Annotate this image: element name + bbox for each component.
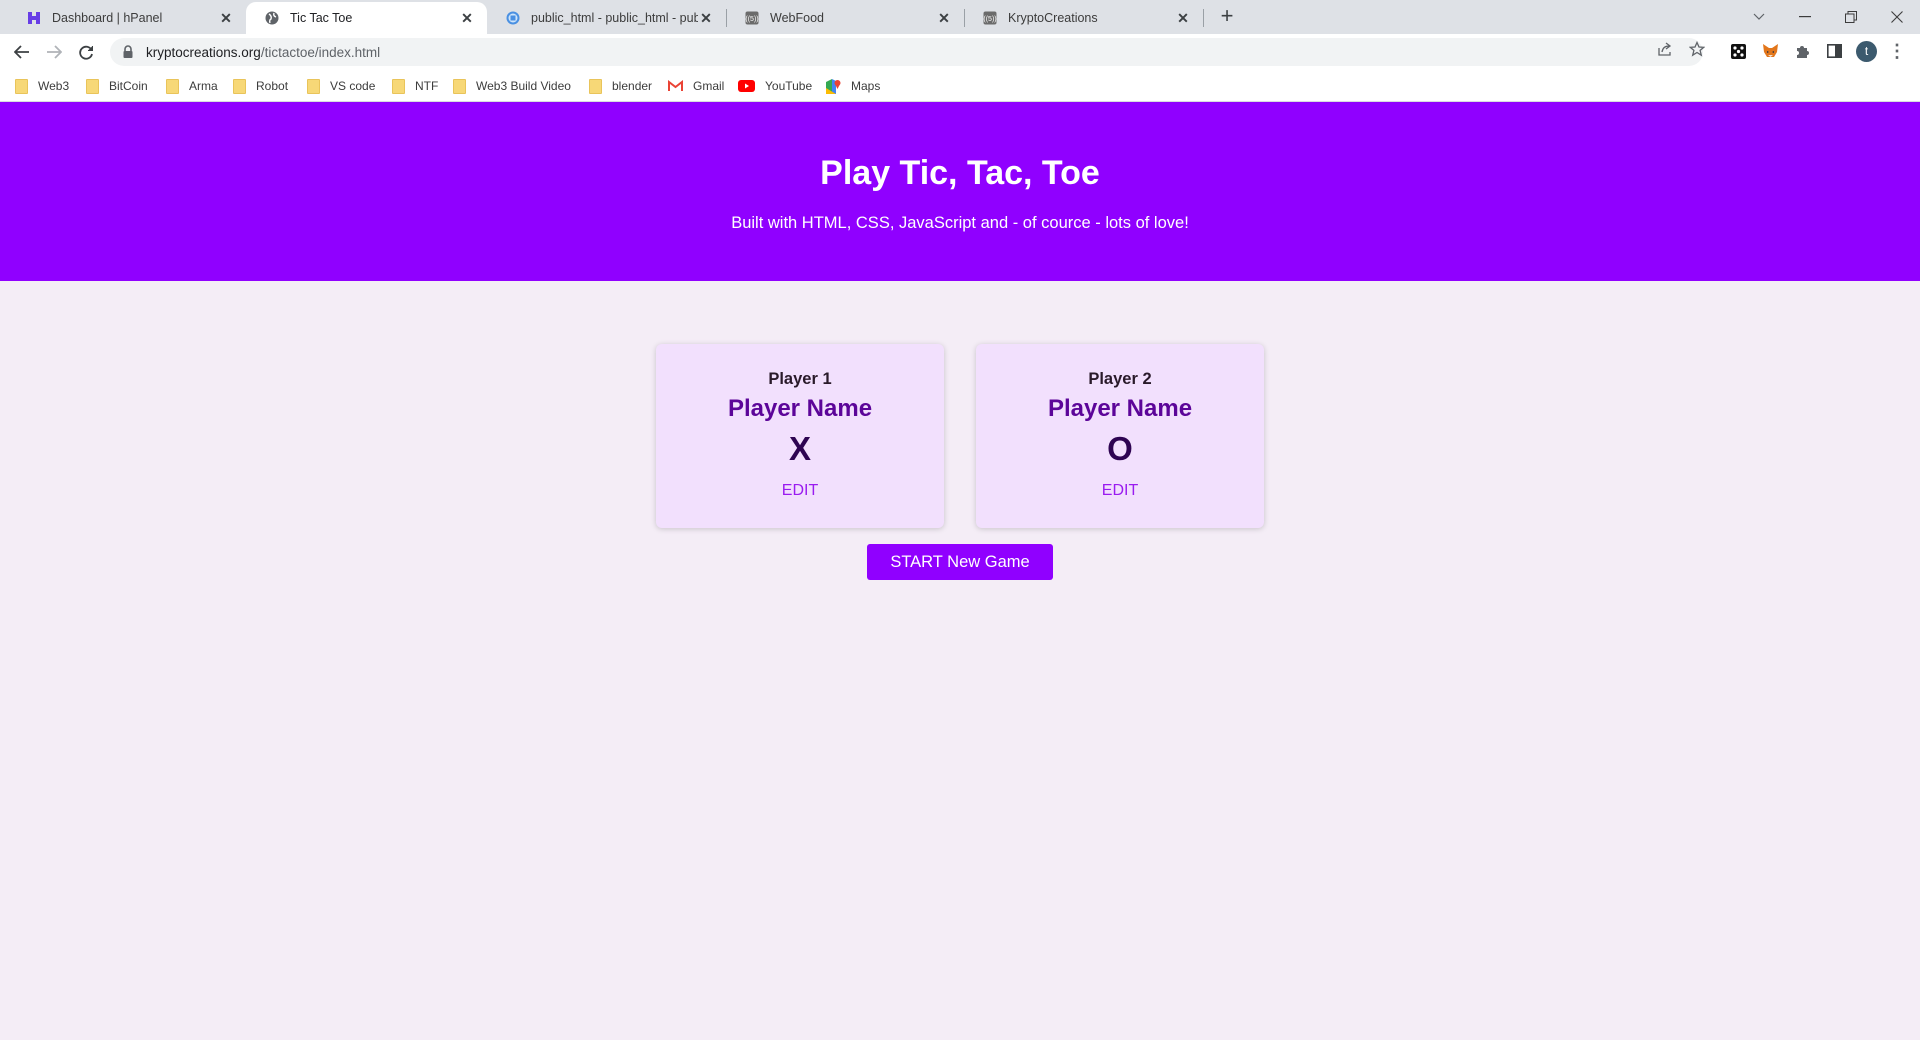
tab-tic-tac-toe[interactable]: Tic Tac Toe ✕ bbox=[246, 2, 487, 34]
tab-kryptocreations[interactable]: ((5)) KryptoCreations ✕ bbox=[964, 2, 1203, 34]
folder-icon bbox=[15, 78, 28, 94]
new-tab-button[interactable]: + bbox=[1215, 5, 1239, 29]
page-subtitle: Built with HTML, CSS, JavaScript and - o… bbox=[731, 214, 1189, 232]
tab-separator bbox=[1203, 9, 1204, 27]
bookmark-label: Web3 bbox=[38, 79, 70, 93]
address-bar[interactable]: kryptocreations.org/tictactoe/index.html bbox=[110, 38, 1703, 66]
player-name: Player Name bbox=[727, 395, 873, 422]
share-icon[interactable] bbox=[1656, 41, 1674, 59]
bookmarks-bar: Web3 BitCoin Arma Robot VS code NTF Web3… bbox=[0, 69, 1920, 102]
url-text: kryptocreations.org/tictactoe/index.html bbox=[146, 45, 380, 60]
bookmark-label: Web3 Build Video bbox=[476, 79, 571, 93]
tab-dashboard-hpanel[interactable]: Dashboard | hPanel ✕ bbox=[8, 2, 246, 34]
svg-text:((5)): ((5)) bbox=[745, 16, 758, 23]
dice-extension-icon[interactable] bbox=[1729, 42, 1747, 60]
bookmark-ntf[interactable]: NTF bbox=[392, 77, 438, 95]
page-title: Play Tic, Tac, Toe bbox=[820, 154, 1100, 192]
folder-icon bbox=[307, 78, 320, 94]
reload-icon[interactable] bbox=[72, 38, 100, 66]
bookmark-label: YouTube bbox=[765, 79, 813, 93]
page-header: Play Tic, Tac, Toe Built with HTML, CSS,… bbox=[0, 102, 1920, 281]
bookmark-label: VS code bbox=[330, 79, 376, 93]
url-path: /tictactoe/index.html bbox=[260, 44, 381, 60]
tab-public-html[interactable]: public_html - public_html - public ✕ bbox=[487, 2, 726, 34]
bookmark-bitcoin[interactable]: BitCoin bbox=[86, 77, 148, 95]
player-symbol: O bbox=[1107, 430, 1133, 467]
player-label: Player 1 bbox=[768, 370, 832, 388]
extensions-puzzle-icon[interactable] bbox=[1793, 42, 1811, 60]
bookmark-vs-code[interactable]: VS code bbox=[307, 77, 375, 95]
bookmark-label: blender bbox=[612, 79, 653, 93]
browser-toolbar: kryptocreations.org/tictactoe/index.html… bbox=[0, 34, 1920, 69]
bookmark-web3[interactable]: Web3 bbox=[15, 77, 69, 95]
close-tab-icon[interactable]: ✕ bbox=[1175, 10, 1191, 26]
player-symbol: X bbox=[788, 430, 811, 467]
broadcast-icon: ((5)) bbox=[744, 10, 760, 26]
hostinger-icon bbox=[26, 10, 42, 26]
bookmark-label: Arma bbox=[189, 79, 218, 93]
bookmark-label: Robot bbox=[256, 79, 289, 93]
close-tab-icon[interactable]: ✕ bbox=[936, 10, 952, 26]
bookmark-blender[interactable]: blender bbox=[589, 77, 652, 95]
close-tab-icon[interactable]: ✕ bbox=[698, 10, 714, 26]
broadcast-icon: ((5)) bbox=[982, 10, 998, 26]
folder-icon bbox=[86, 78, 99, 94]
globe-icon bbox=[264, 10, 280, 26]
bookmark-web3-build-video[interactable]: Web3 Build Video bbox=[453, 77, 571, 95]
edit-player-2-button[interactable]: EDIT bbox=[1102, 482, 1138, 500]
restore-icon[interactable] bbox=[1828, 0, 1874, 34]
bookmark-label: NTF bbox=[415, 79, 439, 93]
bookmark-label: Gmail bbox=[693, 79, 725, 93]
folder-icon bbox=[166, 78, 179, 94]
bookmark-maps[interactable]: Maps bbox=[826, 77, 880, 95]
back-arrow-icon[interactable] bbox=[8, 38, 36, 66]
lock-icon bbox=[122, 45, 136, 59]
bookmark-label: BitCoin bbox=[109, 79, 148, 93]
metamask-fox-icon[interactable] bbox=[1761, 42, 1779, 60]
bookmark-star-icon[interactable] bbox=[1688, 40, 1706, 59]
tab-title: Dashboard | hPanel bbox=[52, 11, 163, 25]
tab-title: Tic Tac Toe bbox=[290, 11, 353, 25]
forward-arrow-icon[interactable] bbox=[40, 38, 68, 66]
bookmark-youtube[interactable]: YouTube bbox=[738, 77, 812, 95]
gmail-icon bbox=[668, 79, 683, 92]
url-host: kryptocreations.org bbox=[146, 44, 261, 60]
close-window-icon[interactable] bbox=[1874, 0, 1920, 34]
edit-player-1-button[interactable]: EDIT bbox=[782, 482, 818, 500]
youtube-icon bbox=[738, 80, 755, 92]
maps-icon bbox=[826, 78, 841, 94]
browser-menu-icon[interactable]: ⋮ bbox=[1888, 41, 1906, 63]
player-1-card: Player 1 Player Name X EDIT bbox=[656, 344, 944, 528]
svg-text:((5)): ((5)) bbox=[983, 16, 996, 23]
side-panel-icon[interactable] bbox=[1825, 42, 1843, 60]
folder-icon bbox=[453, 78, 466, 94]
tab-title: public_html - public_html - public bbox=[531, 11, 698, 25]
tab-title: WebFood bbox=[770, 11, 824, 25]
start-new-game-button[interactable]: START New Game bbox=[867, 544, 1053, 580]
tab-search-chevron-icon[interactable] bbox=[1736, 0, 1782, 34]
page-content: Play Tic, Tac, Toe Built with HTML, CSS,… bbox=[0, 102, 1920, 1040]
minimize-icon[interactable] bbox=[1782, 0, 1828, 34]
tab-webfood[interactable]: ((5)) WebFood ✕ bbox=[726, 2, 964, 34]
player-label: Player 2 bbox=[1088, 370, 1152, 388]
bookmark-gmail[interactable]: Gmail bbox=[668, 77, 724, 95]
folder-icon bbox=[589, 78, 602, 94]
player-name: Player Name bbox=[1047, 395, 1193, 422]
bookmark-arma[interactable]: Arma bbox=[166, 77, 218, 95]
profile-avatar[interactable]: t bbox=[1856, 41, 1877, 62]
close-tab-icon[interactable]: ✕ bbox=[218, 10, 234, 26]
player-2-card: Player 2 Player Name O EDIT bbox=[976, 344, 1264, 528]
folder-icon bbox=[233, 78, 246, 94]
file-manager-icon bbox=[505, 10, 521, 26]
tab-strip: Dashboard | hPanel ✕ Tic Tac Toe ✕ publi… bbox=[0, 0, 1920, 34]
bookmark-label: Maps bbox=[851, 79, 881, 93]
tab-title: KryptoCreations bbox=[1008, 11, 1098, 25]
bookmark-robot[interactable]: Robot bbox=[233, 77, 288, 95]
close-tab-icon[interactable]: ✕ bbox=[459, 10, 475, 26]
folder-icon bbox=[392, 78, 405, 94]
